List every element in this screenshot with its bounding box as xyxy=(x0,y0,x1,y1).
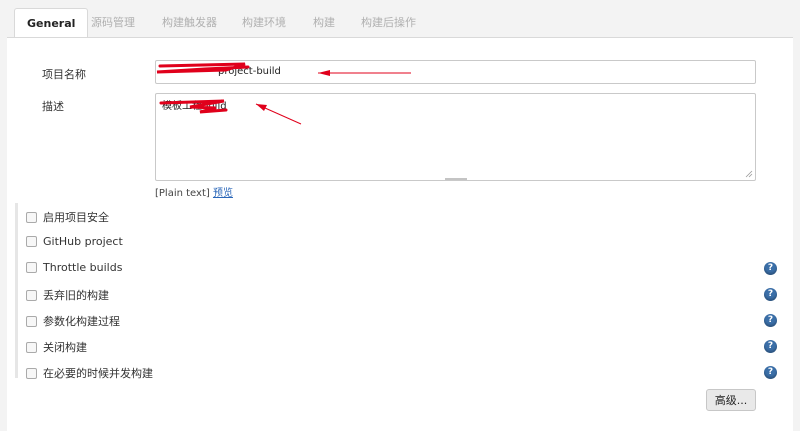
description-value: 模板工程build xyxy=(162,101,227,112)
option-disable-build[interactable]: 关闭构建 xyxy=(26,339,87,354)
checkbox[interactable] xyxy=(26,235,37,247)
option-label: 在必要的时候并发构建 xyxy=(43,367,153,380)
checkbox[interactable] xyxy=(26,289,37,301)
preview-link[interactable]: 预览 xyxy=(213,188,233,199)
description-label: 描述 xyxy=(42,100,64,113)
tab-general[interactable]: General xyxy=(14,8,89,39)
tab-post-build[interactable]: 构建后操作 xyxy=(361,9,416,37)
option-parameterized-build[interactable]: 参数化构建过程 xyxy=(26,313,120,328)
project-name-value: project-build xyxy=(218,66,281,77)
option-label: 关闭构建 xyxy=(43,341,87,354)
option-label: 参数化构建过程 xyxy=(43,315,120,328)
advanced-button[interactable]: 高级... xyxy=(706,389,756,411)
plain-text-label: [Plain text] xyxy=(155,188,210,199)
help-icon[interactable]: ? xyxy=(764,262,777,275)
checkbox[interactable] xyxy=(26,367,37,379)
description-textarea[interactable]: 模板工程build xyxy=(155,93,756,181)
help-icon[interactable]: ? xyxy=(764,366,777,379)
option-label: 启用项目安全 xyxy=(43,211,109,224)
option-github-project[interactable]: GitHub project xyxy=(26,235,123,249)
checkbox[interactable] xyxy=(26,341,37,353)
checkbox[interactable] xyxy=(26,315,37,327)
option-discard-old-builds[interactable]: 丢弃旧的构建 xyxy=(26,287,109,302)
tab-build[interactable]: 构建 xyxy=(313,9,335,37)
project-name-label: 项目名称 xyxy=(42,68,86,81)
resize-grip-icon[interactable] xyxy=(745,170,753,178)
textarea-divider xyxy=(445,178,467,180)
help-icon[interactable]: ? xyxy=(764,340,777,353)
option-concurrent-builds[interactable]: 在必要的时候并发构建 xyxy=(26,365,153,380)
option-enable-project-security[interactable]: 启用项目安全 xyxy=(26,209,109,224)
markup-hint: [Plain text] 预览 xyxy=(155,184,233,199)
tab-build-environment[interactable]: 构建环境 xyxy=(242,9,286,37)
option-label: 丢弃旧的构建 xyxy=(43,289,109,302)
checkbox[interactable] xyxy=(26,211,37,223)
tab-build-triggers[interactable]: 构建触发器 xyxy=(162,9,217,37)
checkbox[interactable] xyxy=(26,261,37,273)
option-label: GitHub project xyxy=(43,235,123,248)
option-label: Throttle builds xyxy=(43,261,123,274)
options-rule xyxy=(15,203,18,378)
tab-bar: General 源码管理 构建触发器 构建环境 构建 构建后操作 xyxy=(0,0,800,39)
option-throttle-builds[interactable]: Throttle builds xyxy=(26,261,122,275)
help-icon[interactable]: ? xyxy=(764,314,777,327)
project-name-input[interactable]: project-build xyxy=(155,60,756,84)
help-icon[interactable]: ? xyxy=(764,288,777,301)
tab-source-control[interactable]: 源码管理 xyxy=(91,9,135,37)
